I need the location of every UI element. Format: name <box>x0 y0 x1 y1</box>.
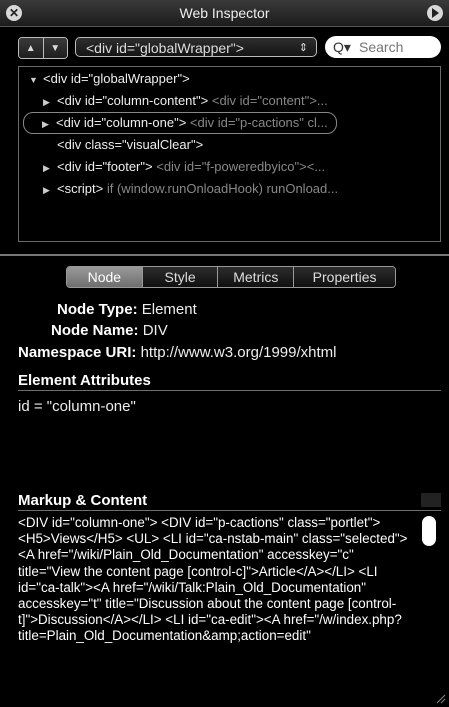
disclosure-collapsed-icon[interactable]: ▶ <box>43 92 57 112</box>
node-name-row: Node Name: DIV <box>51 322 168 342</box>
node-path-select[interactable]: <div id="globalWrapper"> ⇕ <box>75 37 317 57</box>
dom-tree-node[interactable]: ▶ <script> if (window.runOnloadHook) runO… <box>43 179 338 199</box>
dom-node-preview: <div id="content">... <box>208 93 328 108</box>
markup-scrollbar[interactable] <box>419 512 441 696</box>
dom-tree-node-selected[interactable]: ▶ <div id="column-one"> <div id="p-cactio… <box>23 112 337 134</box>
dom-node-preview: <div id="f-poweredbyico"><... <box>152 159 326 174</box>
navigate-up-button[interactable]: ▲ <box>19 38 43 58</box>
toolbar: ▲ ▼ <div id="globalWrapper"> ⇕ Q▾ <box>0 26 449 62</box>
navigate-down-button[interactable]: ▼ <box>42 38 67 58</box>
split-divider[interactable] <box>0 254 449 256</box>
dom-node-tag: <div id="globalWrapper"> <box>43 71 190 86</box>
tab-node[interactable]: Node <box>67 267 142 287</box>
dom-node-tag: <div id="footer"> <box>57 159 153 174</box>
section-divider <box>18 390 441 391</box>
dom-node-tag: <script> <box>57 181 104 196</box>
search-input[interactable] <box>359 38 435 55</box>
search-field[interactable]: Q▾ <box>325 36 441 58</box>
window-title: Web Inspector <box>179 5 270 21</box>
dom-tree-panel: ▼ <div id="globalWrapper"> ▶ <div id="colum… <box>18 66 441 242</box>
dom-tree-node[interactable]: <div class="visualClear"> <box>43 135 203 155</box>
node-name-value: DIV <box>142 322 168 339</box>
dom-tree-node[interactable]: ▶ <div id="column-content"> <div id="cont… <box>43 91 328 111</box>
dom-tree-node[interactable]: ▶ <div id="footer"> <div id="f-poweredbyi… <box>43 157 325 177</box>
scrollbar-thumb[interactable] <box>422 516 436 546</box>
markup-content-heading: Markup & Content <box>18 492 148 509</box>
disclosure-collapsed-icon[interactable]: ▶ <box>43 158 57 178</box>
scroll-corner <box>421 493 441 507</box>
disclosure-collapsed-icon[interactable]: ▶ <box>42 114 56 134</box>
namespace-label: Namespace URI: <box>18 344 137 361</box>
disclosure-expanded-icon[interactable]: ▼ <box>29 70 43 90</box>
resize-grip-icon[interactable] <box>434 692 446 704</box>
disclosure-collapsed-icon[interactable]: ▶ <box>43 180 57 200</box>
node-path-value: <div id="globalWrapper"> <box>86 40 244 56</box>
dom-node-tag: <div class="visualClear"> <box>57 137 204 152</box>
markup-content-text: <DIV id="column-one"> <DIV id="p-caction… <box>18 515 408 644</box>
node-type-value: Element <box>141 301 197 318</box>
inspector-tabs: Node Style Metrics Properties <box>66 266 396 288</box>
element-attributes-heading: Element Attributes <box>18 372 151 389</box>
namespace-row: Namespace URI: http://www.w3.org/1999/xh… <box>18 344 337 364</box>
dom-tree-node[interactable]: ▼ <div id="globalWrapper"> <box>29 69 190 89</box>
namespace-value: http://www.w3.org/1999/xhtml <box>140 344 337 361</box>
dom-node-tag: <div id="column-one"> <box>56 115 187 130</box>
dom-node-preview: if (window.runOnloadHook) runOnload... <box>103 181 339 196</box>
node-type-label: Node Type: <box>57 301 138 318</box>
section-divider <box>18 510 441 511</box>
attribute-item: id = "column-one" <box>18 398 136 415</box>
node-name-label: Node Name: <box>51 322 139 339</box>
dom-node-tag: <div id="column-content"> <box>57 93 209 108</box>
tab-properties[interactable]: Properties <box>293 267 395 287</box>
tab-metrics[interactable]: Metrics <box>217 267 294 287</box>
title-bar: ✕ Web Inspector <box>0 0 449 27</box>
tab-style[interactable]: Style <box>141 267 218 287</box>
search-icon[interactable]: Q▾ <box>333 39 351 56</box>
toggle-toolbar-icon[interactable] <box>427 5 443 21</box>
node-type-row: Node Type: Element <box>57 301 197 321</box>
dom-node-preview: <div id="p-cactions" cl... <box>186 115 328 130</box>
select-arrows-icon: ⇕ <box>298 42 308 54</box>
tree-navigation-buttons: ▲ ▼ <box>18 37 68 59</box>
